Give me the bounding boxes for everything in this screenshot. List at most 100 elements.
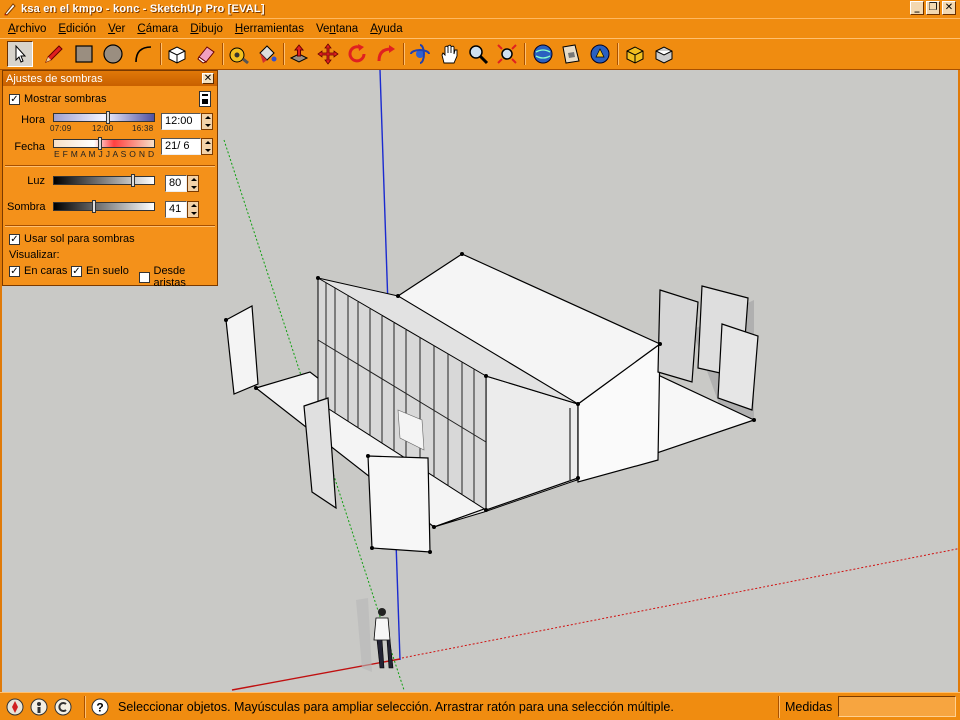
- close-window-button[interactable]: ✕: [942, 1, 956, 15]
- minimize-button[interactable]: _: [910, 1, 924, 15]
- fecha-label: Fecha: [14, 141, 45, 153]
- circle-icon: [103, 44, 123, 64]
- svg-text:?: ?: [96, 701, 103, 715]
- geo-location-icon[interactable]: [5, 697, 25, 717]
- sombra-slider[interactable]: [53, 200, 155, 213]
- circle-tool-button[interactable]: [100, 41, 126, 67]
- menu-ventana[interactable]: Ventana: [310, 23, 364, 35]
- from-edges-toggle[interactable]: Desde aristas: [139, 265, 217, 289]
- hora-spinner[interactable]: [201, 113, 213, 130]
- fecha-months: E F M A M J J A S O N D: [54, 149, 155, 159]
- window-title: ksa en el kmpo - konc - SketchUp Pro [EV…: [21, 3, 265, 15]
- hora-tick-start: 07:09: [50, 124, 72, 133]
- follow-me-button[interactable]: [373, 41, 399, 67]
- menu-edicion[interactable]: Edición: [52, 23, 102, 35]
- hora-slider-thumb[interactable]: [106, 111, 110, 124]
- credits-icon[interactable]: [29, 697, 49, 717]
- hora-slider[interactable]: [53, 111, 155, 124]
- panel-titlebar[interactable]: Ajustes de sombras: [3, 71, 217, 86]
- materials-button[interactable]: [651, 41, 677, 67]
- from-edges-label: Desde aristas: [153, 265, 186, 289]
- luz-label: Luz: [27, 175, 45, 187]
- luz-input[interactable]: 80: [165, 175, 187, 192]
- arc-icon: [135, 46, 152, 63]
- rectangle-icon: [75, 45, 93, 63]
- on-faces-checkbox[interactable]: ✓: [9, 265, 20, 277]
- sombra-slider-thumb[interactable]: [92, 200, 96, 213]
- zoom-tool-button[interactable]: [465, 41, 491, 67]
- tape-measure-button[interactable]: [226, 41, 252, 67]
- on-faces-toggle[interactable]: ✓ En caras: [9, 265, 67, 277]
- on-ground-toggle[interactable]: ✓ En suelo: [71, 265, 129, 277]
- panel-close-button[interactable]: ✕: [202, 73, 214, 84]
- from-edges-checkbox[interactable]: [139, 271, 150, 283]
- eraser-icon: [197, 46, 215, 64]
- luz-spinner[interactable]: [187, 175, 199, 192]
- shade-panel-front: [367, 455, 431, 553]
- collapse-details-button[interactable]: [199, 91, 211, 107]
- fecha-input[interactable]: 21/ 6: [161, 138, 201, 155]
- sombra-input[interactable]: 41: [165, 201, 187, 218]
- menu-camara[interactable]: Cámara: [131, 23, 184, 35]
- menu-dibujo[interactable]: Dibujo: [184, 23, 229, 35]
- select-icon: [15, 44, 27, 63]
- orbit-tool-button[interactable]: [407, 41, 433, 67]
- use-sun-toggle[interactable]: ✓ Usar sol para sombras: [9, 233, 135, 245]
- sombra-label: Sombra: [7, 201, 46, 213]
- show-shadows-checkbox[interactable]: ✓: [9, 93, 20, 105]
- sombra-spinner[interactable]: [187, 201, 199, 218]
- luz-slider[interactable]: [53, 174, 155, 187]
- materials-icon: [655, 46, 673, 64]
- show-shadows-toggle[interactable]: ✓ Mostrar sombras: [9, 93, 107, 105]
- zoom-extents-icon: [497, 44, 517, 64]
- paint-bucket-icon: [259, 45, 277, 63]
- copyright-icon[interactable]: [53, 697, 73, 717]
- shade-panel-right-3: [717, 323, 759, 411]
- hora-input[interactable]: 12:00: [161, 113, 201, 130]
- 3d-warehouse-button[interactable]: [587, 41, 613, 67]
- pan-tool-button[interactable]: [436, 41, 462, 67]
- window-titlebar: ksa en el kmpo - konc - SketchUp Pro [EV…: [0, 0, 960, 18]
- get-models-icon: [533, 44, 553, 64]
- use-sun-checkbox[interactable]: ✓: [9, 233, 20, 245]
- pencil-tool-button[interactable]: [41, 41, 67, 67]
- menu-herramientas[interactable]: Herramientas: [229, 23, 310, 35]
- zoom-extents-button[interactable]: [494, 41, 520, 67]
- sketchup-app-icon: [4, 3, 16, 16]
- help-icon[interactable]: ?: [90, 697, 110, 717]
- status-bar: ? Seleccionar objetos. Mayúsculas para a…: [0, 692, 960, 720]
- visualizar-label: Visualizar:: [9, 249, 60, 261]
- move-tool-button[interactable]: [315, 41, 341, 67]
- rectangle-tool-button[interactable]: [71, 41, 97, 67]
- components-button[interactable]: [622, 41, 648, 67]
- restore-button[interactable]: ❐: [926, 1, 940, 15]
- measures-label: Medidas: [785, 700, 833, 714]
- push-pull-button[interactable]: [286, 41, 312, 67]
- rotate-icon: [348, 44, 366, 63]
- shade-panel-left: [225, 305, 259, 395]
- zoom-icon: [469, 45, 489, 65]
- select-tool-button[interactable]: [7, 41, 33, 67]
- show-shadows-label: Mostrar sombras: [24, 93, 107, 105]
- fecha-slider[interactable]: [53, 137, 155, 150]
- luz-slider-thumb[interactable]: [131, 174, 135, 187]
- arc-tool-button[interactable]: [130, 41, 156, 67]
- get-models-button[interactable]: [530, 41, 556, 67]
- menu-archivo[interactable]: Archivo: [2, 23, 52, 35]
- menu-ver[interactable]: Ver: [102, 23, 131, 35]
- eraser-tool-button[interactable]: [193, 41, 219, 67]
- share-model-button[interactable]: [558, 41, 584, 67]
- make-component-icon: [168, 46, 186, 64]
- panel-title: Ajustes de sombras: [6, 72, 103, 85]
- fecha-dropdown-button[interactable]: [201, 138, 213, 155]
- make-component-button[interactable]: [164, 41, 190, 67]
- on-ground-checkbox[interactable]: ✓: [71, 265, 82, 277]
- measures-input[interactable]: [838, 696, 956, 717]
- rotate-tool-button[interactable]: [344, 41, 370, 67]
- use-sun-label: Usar sol para sombras: [24, 233, 135, 245]
- share-model-icon: [562, 44, 580, 64]
- push-pull-icon: [289, 44, 309, 63]
- tape-measure-icon: [229, 47, 249, 65]
- menu-ayuda[interactable]: Ayuda: [364, 23, 408, 35]
- paint-bucket-button[interactable]: [254, 41, 280, 67]
